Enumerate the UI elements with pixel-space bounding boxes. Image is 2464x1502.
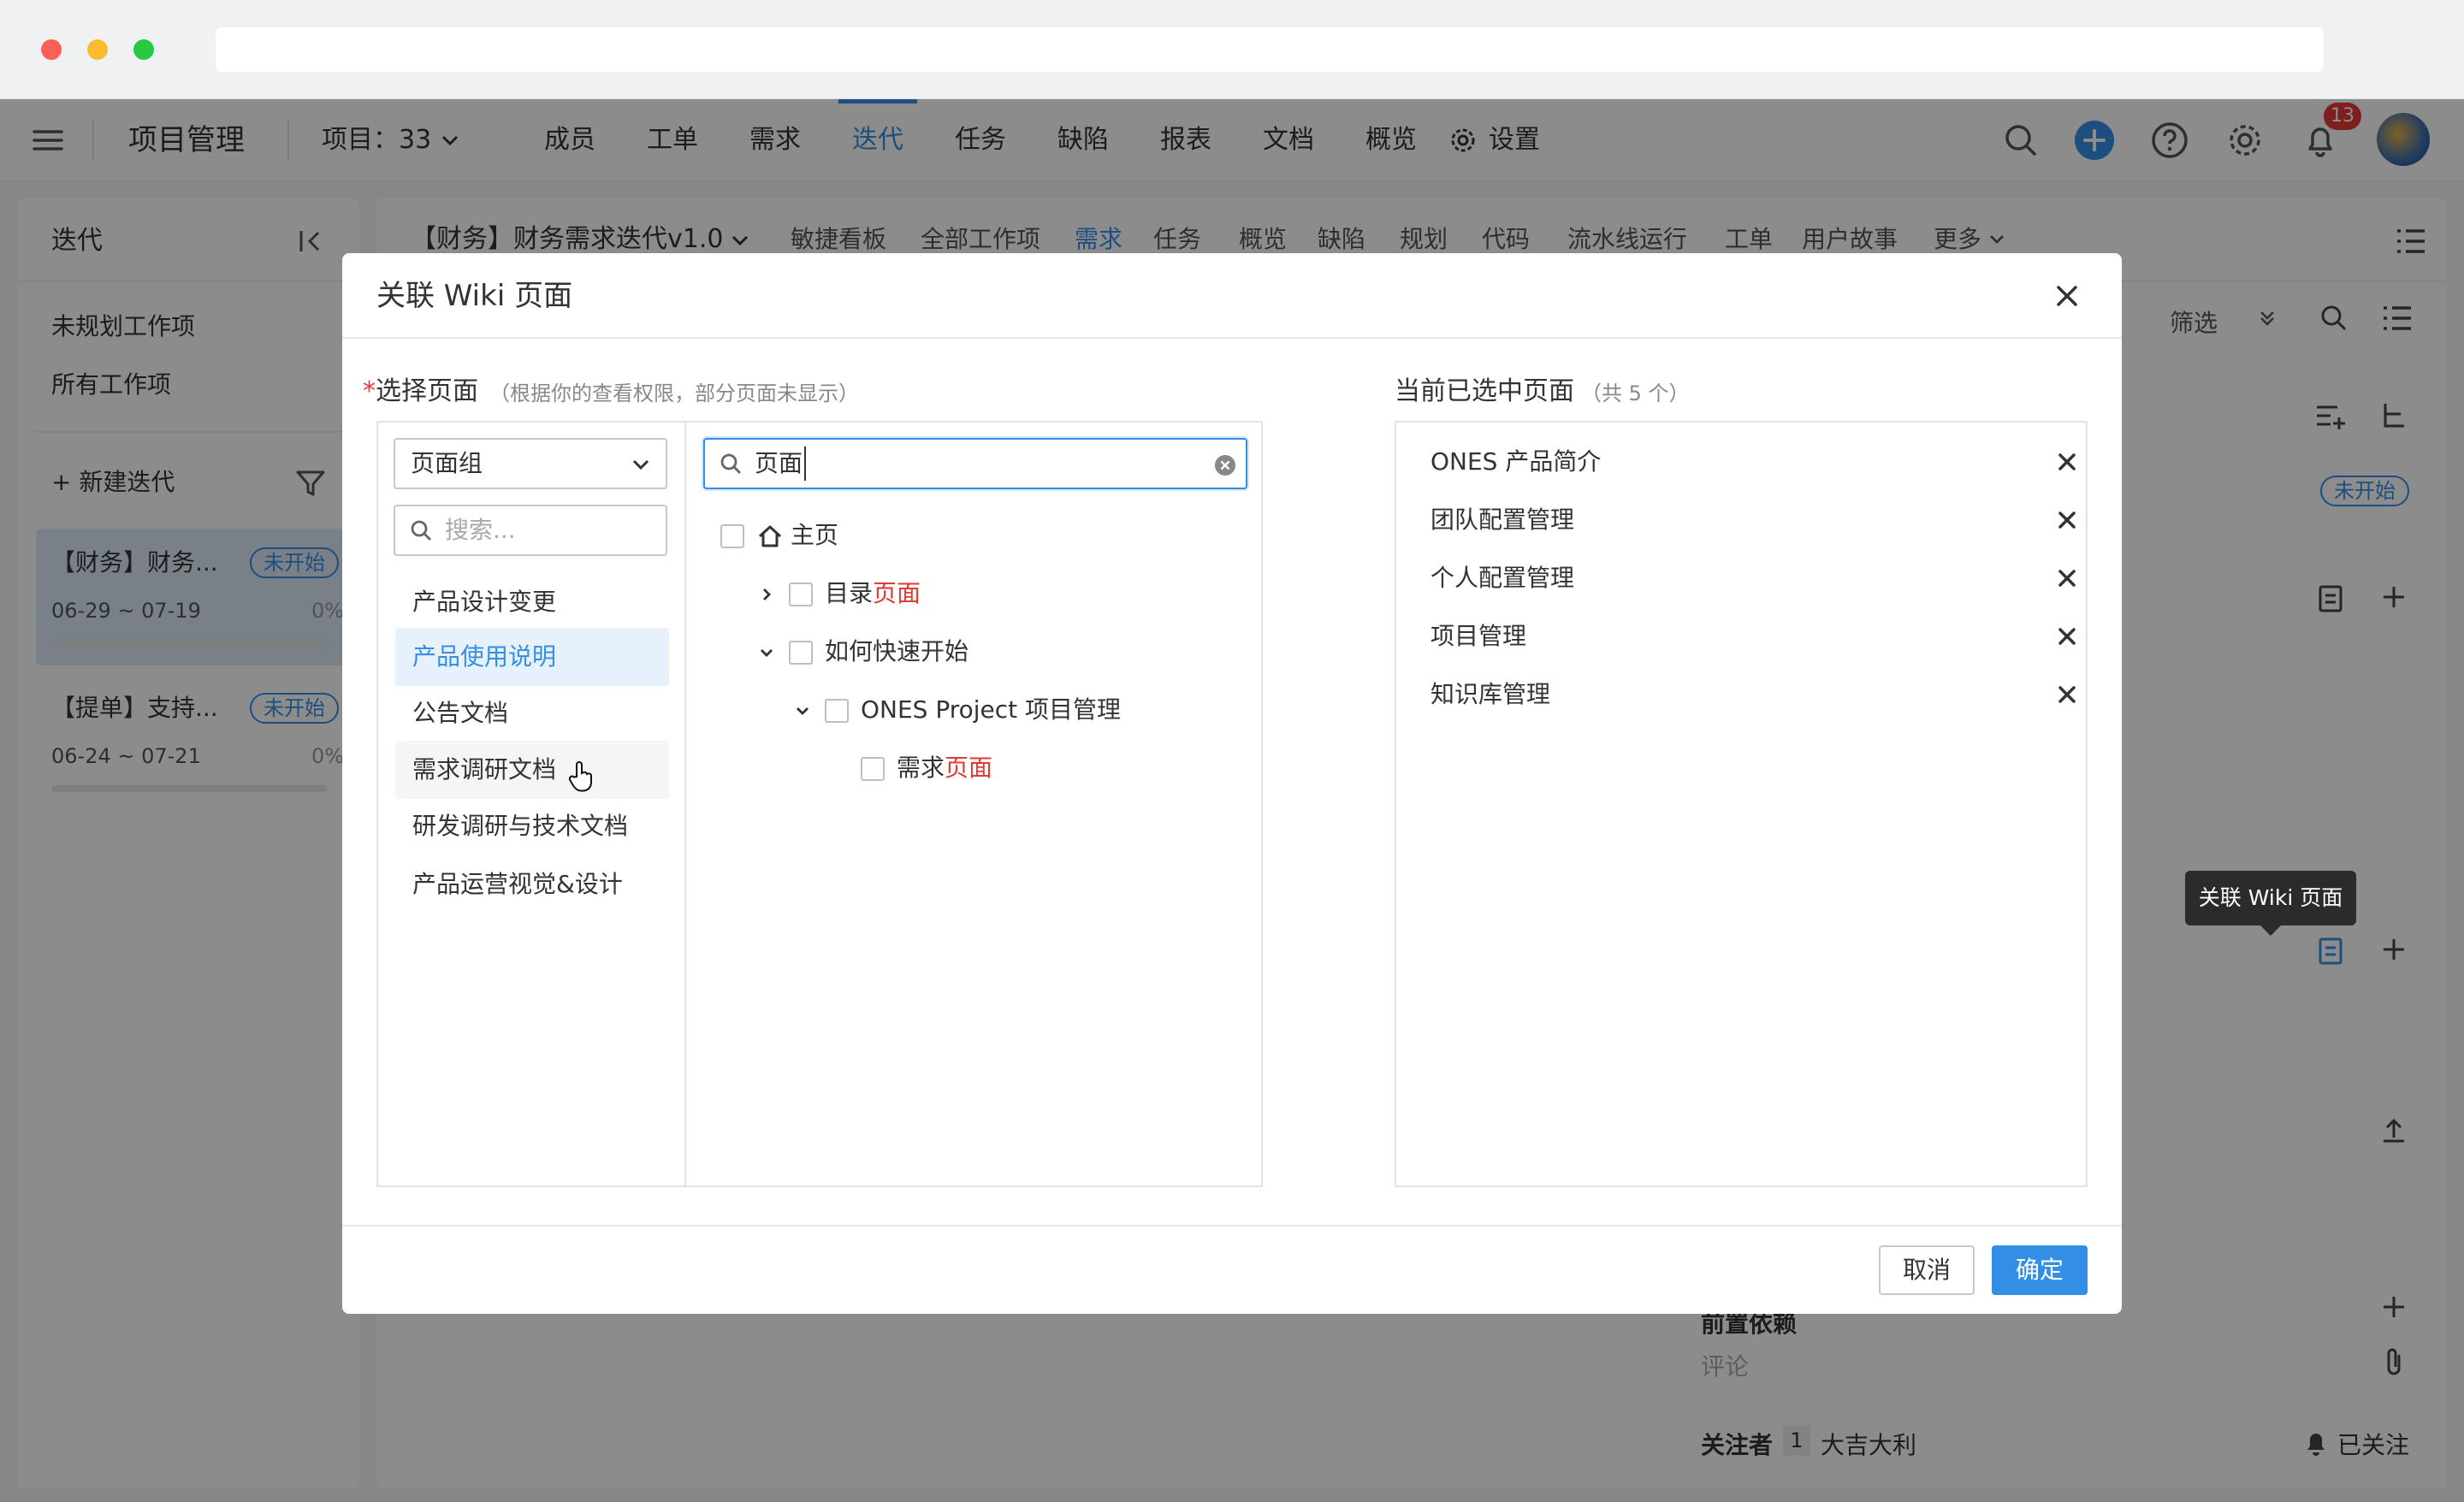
page-group-select[interactable]: 页面组 — [394, 438, 667, 489]
selected-pages-count: （共 5 个） — [1581, 381, 1690, 405]
group-item[interactable]: 产品设计变更 — [395, 573, 669, 631]
tooltip: 关联 Wiki 页面 — [2185, 871, 2356, 936]
selected-page-item: 团队配置管理 — [1430, 491, 2081, 549]
tree-node[interactable]: ONES Project 项目管理 — [792, 681, 1121, 739]
clear-icon[interactable] — [1213, 453, 1237, 477]
maximize-window-dot[interactable] — [133, 39, 154, 60]
tree-node[interactable]: 需求页面 — [861, 739, 992, 797]
remove-icon[interactable] — [2053, 506, 2081, 534]
page-tree-panel: 页面 主页 目录页面 如何快速开始 ONES Project 项目管理 需求页面 — [684, 421, 1263, 1187]
confirm-button[interactable]: 确定 — [1992, 1245, 2088, 1295]
search-icon — [720, 453, 741, 474]
selected-page-item: 项目管理 — [1430, 607, 2081, 665]
page-group-panel: 页面组 搜索... 产品设计变更 产品使用说明 公告文档 需求调研文档 研发调研… — [376, 421, 684, 1187]
cancel-button[interactable]: 取消 — [1879, 1245, 1975, 1295]
selected-page-item: 知识库管理 — [1430, 665, 2081, 724]
checkbox[interactable] — [720, 524, 744, 548]
select-page-label: *选择页面 — [363, 376, 478, 406]
tree-node-home[interactable]: 主页 — [720, 506, 838, 565]
address-bar[interactable] — [216, 27, 2324, 72]
tree-node[interactable]: 目录页面 — [756, 565, 921, 623]
home-icon — [758, 525, 782, 547]
close-icon[interactable] — [2050, 279, 2084, 313]
page-search-input[interactable]: 页面 — [703, 438, 1247, 489]
dialog-header: 关联 Wiki 页面 — [342, 253, 2122, 339]
chevron-down-icon[interactable] — [756, 642, 777, 663]
select-page-hint: （根据你的查看权限，部分页面未显示） — [489, 381, 859, 405]
group-item-hovered[interactable]: 需求调研文档 — [395, 741, 669, 799]
browser-chrome — [0, 0, 2464, 99]
remove-icon[interactable] — [2053, 623, 2081, 650]
checkbox[interactable] — [789, 641, 813, 665]
group-search-input[interactable]: 搜索... — [394, 505, 667, 556]
remove-icon[interactable] — [2053, 565, 2081, 592]
group-item[interactable]: 公告文档 — [395, 684, 669, 742]
selected-page-item: ONES 产品简介 — [1430, 433, 2081, 491]
selected-pages-title: 当前已选中页面 — [1395, 376, 1574, 406]
remove-icon[interactable] — [2053, 681, 2081, 708]
tree-node[interactable]: 如何快速开始 — [756, 623, 968, 681]
remove-icon[interactable] — [2053, 448, 2081, 476]
checkbox[interactable] — [789, 582, 813, 606]
link-wiki-dialog: 关联 Wiki 页面 *选择页面 （根据你的查看权限，部分页面未显示） 当前已选… — [342, 253, 2122, 1314]
dialog-footer: 取消 确定 — [342, 1225, 2122, 1314]
dialog-title: 关联 Wiki 页面 — [376, 279, 573, 313]
chevron-right-icon[interactable] — [756, 584, 777, 605]
group-item[interactable]: 研发调研与技术文档 — [395, 797, 669, 855]
selected-page-item: 个人配置管理 — [1430, 549, 2081, 607]
hand-cursor-icon — [568, 761, 592, 792]
checkbox[interactable] — [861, 757, 885, 781]
close-window-dot[interactable] — [41, 39, 62, 60]
minimize-window-dot[interactable] — [87, 39, 108, 60]
chevron-down-icon[interactable] — [792, 701, 813, 721]
search-icon — [411, 520, 431, 541]
checkbox[interactable] — [825, 699, 849, 723]
selected-pages-panel: ONES 产品简介 团队配置管理 个人配置管理 项目管理 知识库管理 — [1395, 421, 2088, 1187]
group-item[interactable]: 产品运营视觉&设计 — [395, 855, 669, 914]
group-item-selected[interactable]: 产品使用说明 — [395, 628, 669, 686]
chevron-down-icon — [632, 459, 649, 470]
